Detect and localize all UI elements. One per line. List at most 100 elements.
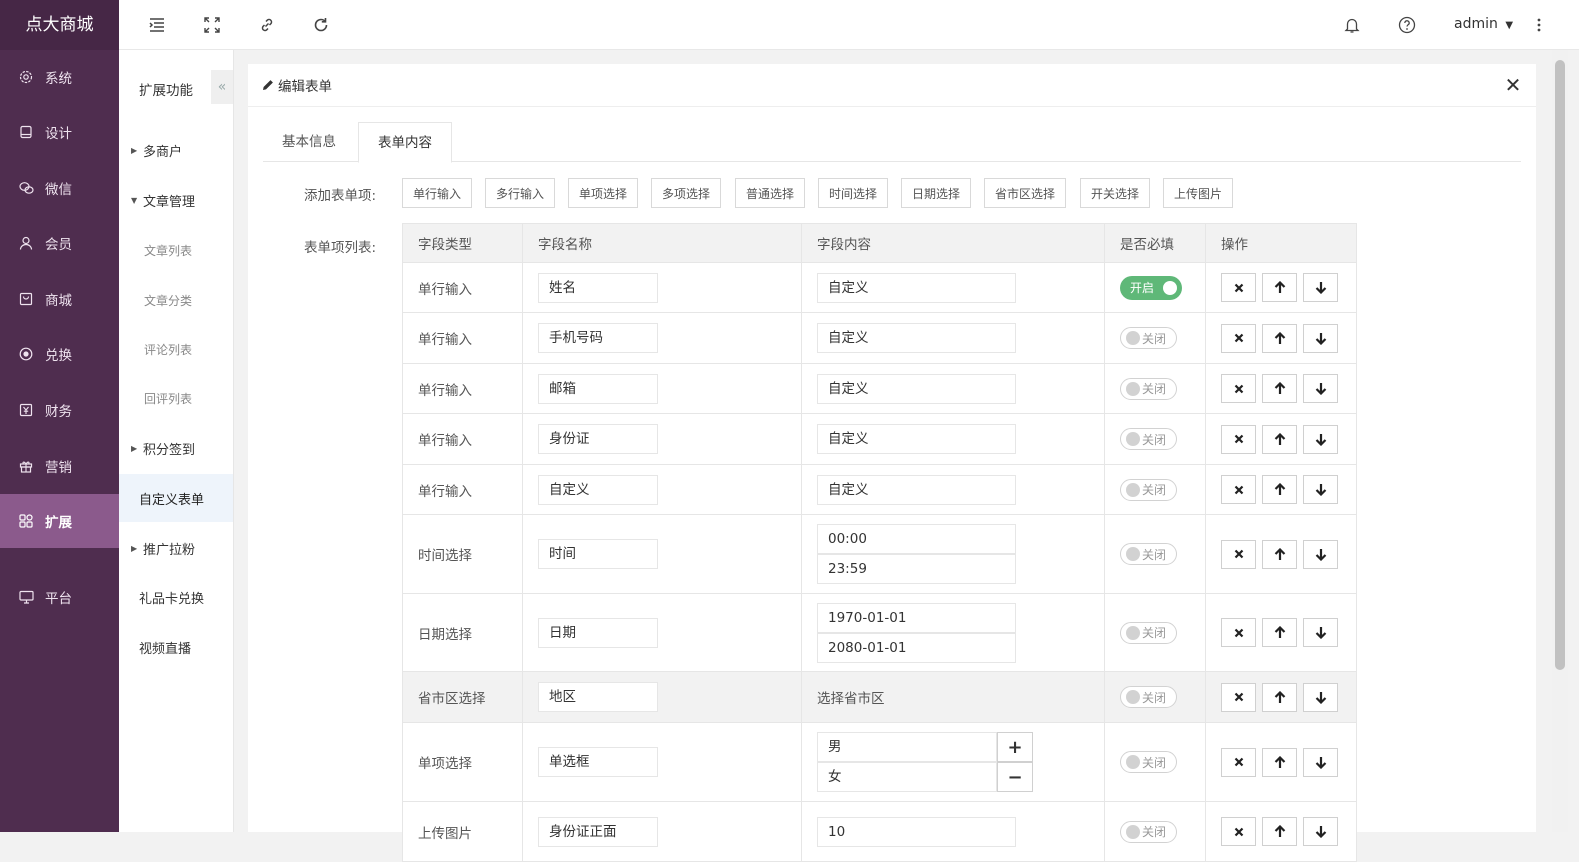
field-name-input[interactable]: 地区	[538, 682, 658, 712]
more-icon[interactable]	[1527, 13, 1551, 37]
user-menu[interactable]: admin ▼	[1454, 16, 1513, 32]
tab-basic-info[interactable]: 基本信息	[263, 122, 355, 162]
field-name-input[interactable]: 时间	[538, 539, 658, 569]
required-switch[interactable]: 关闭	[1120, 621, 1177, 644]
field-name-input[interactable]: 身份证	[538, 424, 658, 454]
field-content-input[interactable]: 自定义	[817, 373, 1016, 404]
add-option-button[interactable]: +	[997, 732, 1033, 762]
required-switch[interactable]: 关闭	[1120, 377, 1177, 400]
field-content-input[interactable]: 2080-01-01	[817, 632, 1016, 663]
add-field-button[interactable]: 普通选择	[735, 178, 805, 208]
field-content-input[interactable]: 自定义	[817, 323, 1016, 353]
nav-item-8[interactable]: 扩展	[0, 494, 119, 548]
field-name-input[interactable]: 姓名	[538, 272, 658, 303]
move-up-button[interactable]	[1262, 424, 1297, 454]
move-up-button[interactable]	[1262, 539, 1297, 569]
field-name-input[interactable]: 自定义	[538, 474, 658, 505]
field-name-input[interactable]: 邮箱	[538, 373, 658, 404]
delete-button[interactable]	[1221, 323, 1256, 353]
refresh-icon[interactable]	[309, 13, 333, 37]
required-switch[interactable]: 关闭	[1120, 478, 1177, 501]
nav-item-5[interactable]: 兑换	[0, 327, 119, 381]
add-field-button[interactable]: 时间选择	[818, 178, 888, 208]
tab-form-content[interactable]: 表单内容	[358, 122, 452, 163]
subnav-item-10[interactable]: 视频直播	[119, 623, 233, 671]
add-field-button[interactable]: 上传图片	[1163, 178, 1233, 208]
option-input[interactable]: 男	[817, 732, 997, 762]
add-field-button[interactable]: 多行输入	[485, 178, 555, 208]
option-input[interactable]: 女	[817, 762, 997, 792]
move-down-button[interactable]	[1303, 273, 1338, 302]
nav-item-2[interactable]: 微信	[0, 161, 119, 215]
field-name-input[interactable]: 日期	[538, 617, 658, 648]
field-content-input[interactable]: 自定义	[817, 424, 1016, 454]
subnav-item-3[interactable]: 文章分类	[119, 276, 233, 324]
move-down-button[interactable]	[1303, 424, 1338, 454]
move-up-button[interactable]	[1262, 618, 1297, 647]
add-field-button[interactable]: 省市区选择	[984, 178, 1066, 208]
field-name-input[interactable]: 单选框	[538, 747, 658, 777]
delete-button[interactable]	[1221, 747, 1256, 777]
remove-option-button[interactable]: −	[997, 762, 1033, 792]
delete-button[interactable]	[1221, 475, 1256, 504]
move-down-button[interactable]	[1303, 323, 1338, 353]
required-switch[interactable]: 关闭	[1120, 428, 1177, 450]
page-scrollbar[interactable]	[1552, 50, 1568, 832]
nav-item-1[interactable]: 设计	[0, 105, 119, 159]
nav-item-9[interactable]: 平台	[0, 570, 119, 624]
move-down-button[interactable]	[1303, 747, 1338, 777]
required-switch[interactable]: 关闭	[1120, 686, 1177, 708]
field-content-input[interactable]: 1970-01-01	[817, 602, 1016, 633]
close-icon[interactable]: ✕	[1504, 75, 1522, 95]
nav-item-0[interactable]: 系统	[0, 50, 119, 104]
field-content-input[interactable]: 00:00	[817, 524, 1016, 554]
subnav-item-0[interactable]: ▶ 多商户	[119, 126, 233, 174]
scrollbar-thumb[interactable]	[1555, 60, 1565, 670]
delete-button[interactable]	[1221, 273, 1256, 302]
field-content-input[interactable]: 自定义	[817, 272, 1016, 303]
add-field-button[interactable]: 单行输入	[402, 178, 472, 208]
required-switch[interactable]: 开启	[1120, 275, 1182, 300]
add-field-button[interactable]: 日期选择	[901, 178, 971, 208]
move-up-button[interactable]	[1262, 323, 1297, 353]
subnav-item-1[interactable]: ▼ 文章管理	[119, 176, 233, 224]
add-field-button[interactable]: 多项选择	[651, 178, 721, 208]
delete-button[interactable]	[1221, 618, 1256, 647]
delete-button[interactable]	[1221, 424, 1256, 454]
move-down-button[interactable]	[1303, 539, 1338, 569]
subnav-item-7[interactable]: 自定义表单	[119, 474, 233, 522]
move-down-button[interactable]	[1303, 374, 1338, 403]
required-switch[interactable]: 关闭	[1120, 327, 1177, 349]
field-content-input[interactable]: 自定义	[817, 474, 1016, 505]
required-switch[interactable]: 关闭	[1120, 543, 1177, 565]
menu-toggle-icon[interactable]	[145, 13, 169, 37]
move-up-button[interactable]	[1262, 682, 1297, 712]
nav-item-4[interactable]: 商城	[0, 272, 119, 326]
move-up-button[interactable]	[1262, 475, 1297, 504]
move-up-button[interactable]	[1262, 374, 1297, 403]
subnav-item-8[interactable]: ▶ 推广拉粉	[119, 524, 233, 572]
field-content-input[interactable]: 23:59	[817, 554, 1016, 584]
collapse-subnav-button[interactable]: «	[211, 70, 233, 104]
fullscreen-icon[interactable]	[200, 13, 224, 37]
nav-item-3[interactable]: 会员	[0, 216, 119, 270]
help-icon[interactable]	[1395, 13, 1419, 37]
move-down-button[interactable]	[1303, 682, 1338, 712]
bell-icon[interactable]	[1340, 13, 1364, 37]
subnav-item-4[interactable]: 评论列表	[119, 325, 233, 373]
delete-button[interactable]	[1221, 539, 1256, 569]
move-down-button[interactable]	[1303, 475, 1338, 504]
nav-item-7[interactable]: 营销	[0, 439, 119, 493]
field-name-input[interactable]: 手机号码	[538, 323, 658, 353]
required-switch[interactable]: 关闭	[1120, 751, 1177, 773]
subnav-item-2[interactable]: 文章列表	[119, 226, 233, 274]
link-icon[interactable]	[255, 13, 279, 37]
add-field-button[interactable]: 单项选择	[568, 178, 638, 208]
move-up-button[interactable]	[1262, 747, 1297, 777]
move-up-button[interactable]	[1262, 273, 1297, 302]
subnav-item-9[interactable]: 礼品卡兑换	[119, 573, 233, 621]
delete-button[interactable]	[1221, 682, 1256, 712]
delete-button[interactable]	[1221, 374, 1256, 403]
nav-item-6[interactable]: 财务	[0, 383, 119, 437]
add-field-button[interactable]: 开关选择	[1080, 178, 1150, 208]
